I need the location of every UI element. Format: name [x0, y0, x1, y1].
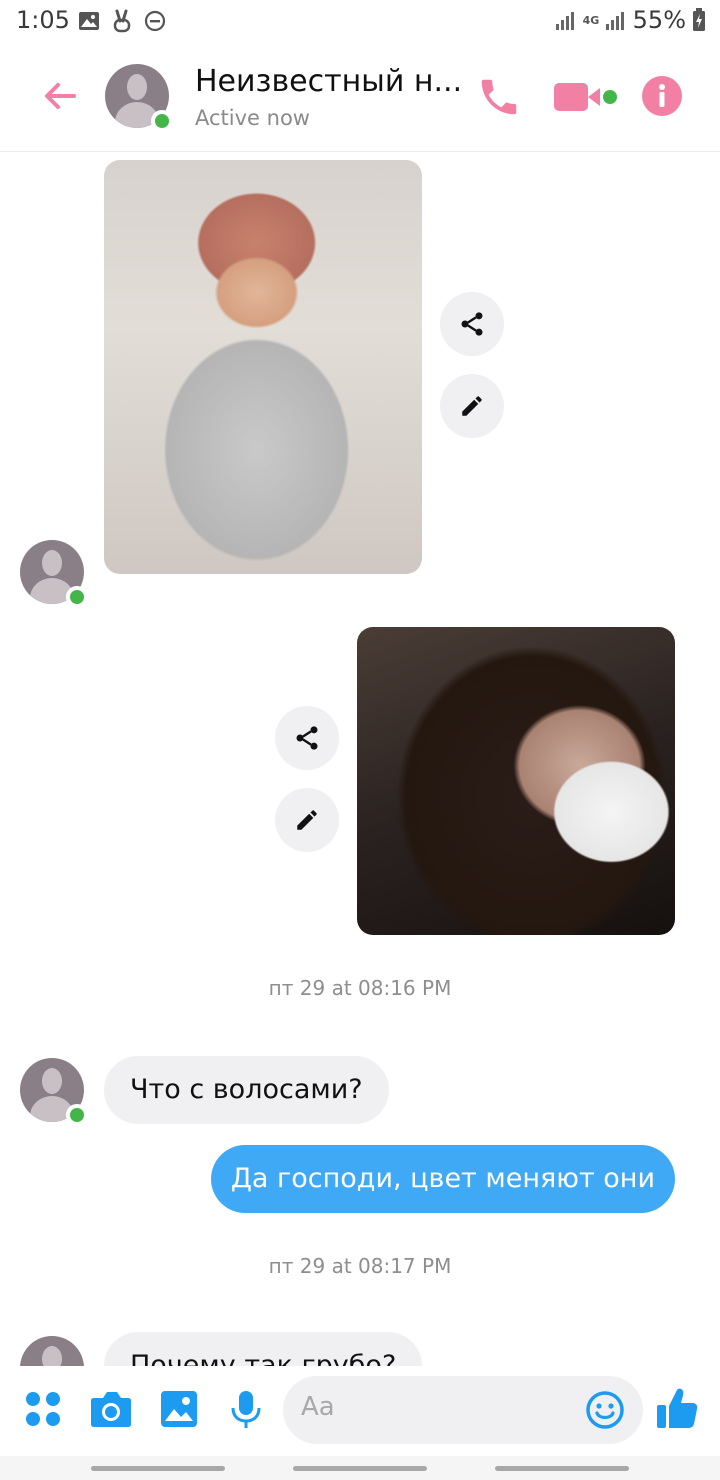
victory-hand-notification-icon [113, 9, 131, 33]
sender-avatar[interactable] [20, 540, 88, 608]
contact-name[interactable]: Неизвестный н... [195, 64, 465, 99]
status-bar: 1:05 4G 55% [0, 0, 720, 44]
thumbs-up-icon[interactable] [656, 1386, 698, 1430]
apps-icon[interactable] [24, 1390, 62, 1428]
online-indicator [66, 586, 88, 608]
share-photo-button[interactable] [440, 292, 504, 356]
incoming-photo[interactable] [104, 160, 422, 574]
contact-avatar[interactable] [105, 64, 173, 132]
edit-pencil-icon [462, 396, 482, 416]
sender-avatar[interactable] [20, 1058, 88, 1126]
edit-photo-button[interactable] [440, 374, 504, 438]
phone-icon[interactable] [476, 74, 522, 120]
message-input[interactable]: Aa [283, 1376, 643, 1444]
network-type: 4G [582, 13, 600, 27]
online-indicator [151, 110, 173, 132]
camera-icon[interactable] [90, 1390, 132, 1428]
back-arrow-icon[interactable] [40, 76, 80, 116]
conversation-header: Неизвестный н... Active now [0, 44, 720, 152]
message-input-placeholder: Aa [301, 1392, 335, 1422]
microphone-icon[interactable] [230, 1390, 262, 1430]
status-notification-icons [78, 9, 166, 33]
battery-charging-icon [693, 8, 705, 31]
emoji-icon[interactable] [585, 1390, 625, 1430]
message-timestamp: пт 29 at 08:17 PM [268, 1254, 452, 1278]
gallery-icon[interactable] [160, 1390, 198, 1428]
incoming-message[interactable]: Что с волосами? [104, 1056, 389, 1124]
contact-status: Active now [195, 106, 310, 130]
status-time: 1:05 [16, 6, 70, 34]
edit-pencil-icon [297, 810, 317, 830]
message-timestamp: пт 29 at 08:16 PM [268, 976, 452, 1000]
edit-photo-button[interactable] [275, 788, 339, 852]
share-icon [296, 726, 318, 750]
message-composer: Aa [0, 1366, 720, 1456]
share-photo-button[interactable] [275, 706, 339, 770]
nav-back[interactable] [495, 1466, 629, 1471]
system-nav-bar [0, 1456, 720, 1480]
battery-percent: 55% [632, 6, 686, 34]
outgoing-photo[interactable] [357, 627, 675, 935]
share-icon [461, 312, 483, 336]
nav-home[interactable] [293, 1466, 427, 1471]
status-right: 4G 55% [555, 6, 706, 34]
signal-icon-2 [605, 12, 624, 30]
gallery-notification-icon [79, 12, 99, 30]
info-icon[interactable] [641, 75, 683, 117]
video-camera-icon[interactable] [552, 77, 618, 117]
do-not-disturb-icon [144, 10, 166, 32]
signal-icon [555, 12, 574, 30]
online-indicator [66, 1104, 88, 1126]
outgoing-message[interactable]: Да господи, цвет меняют они [210, 1145, 675, 1213]
nav-recent[interactable] [91, 1466, 225, 1471]
